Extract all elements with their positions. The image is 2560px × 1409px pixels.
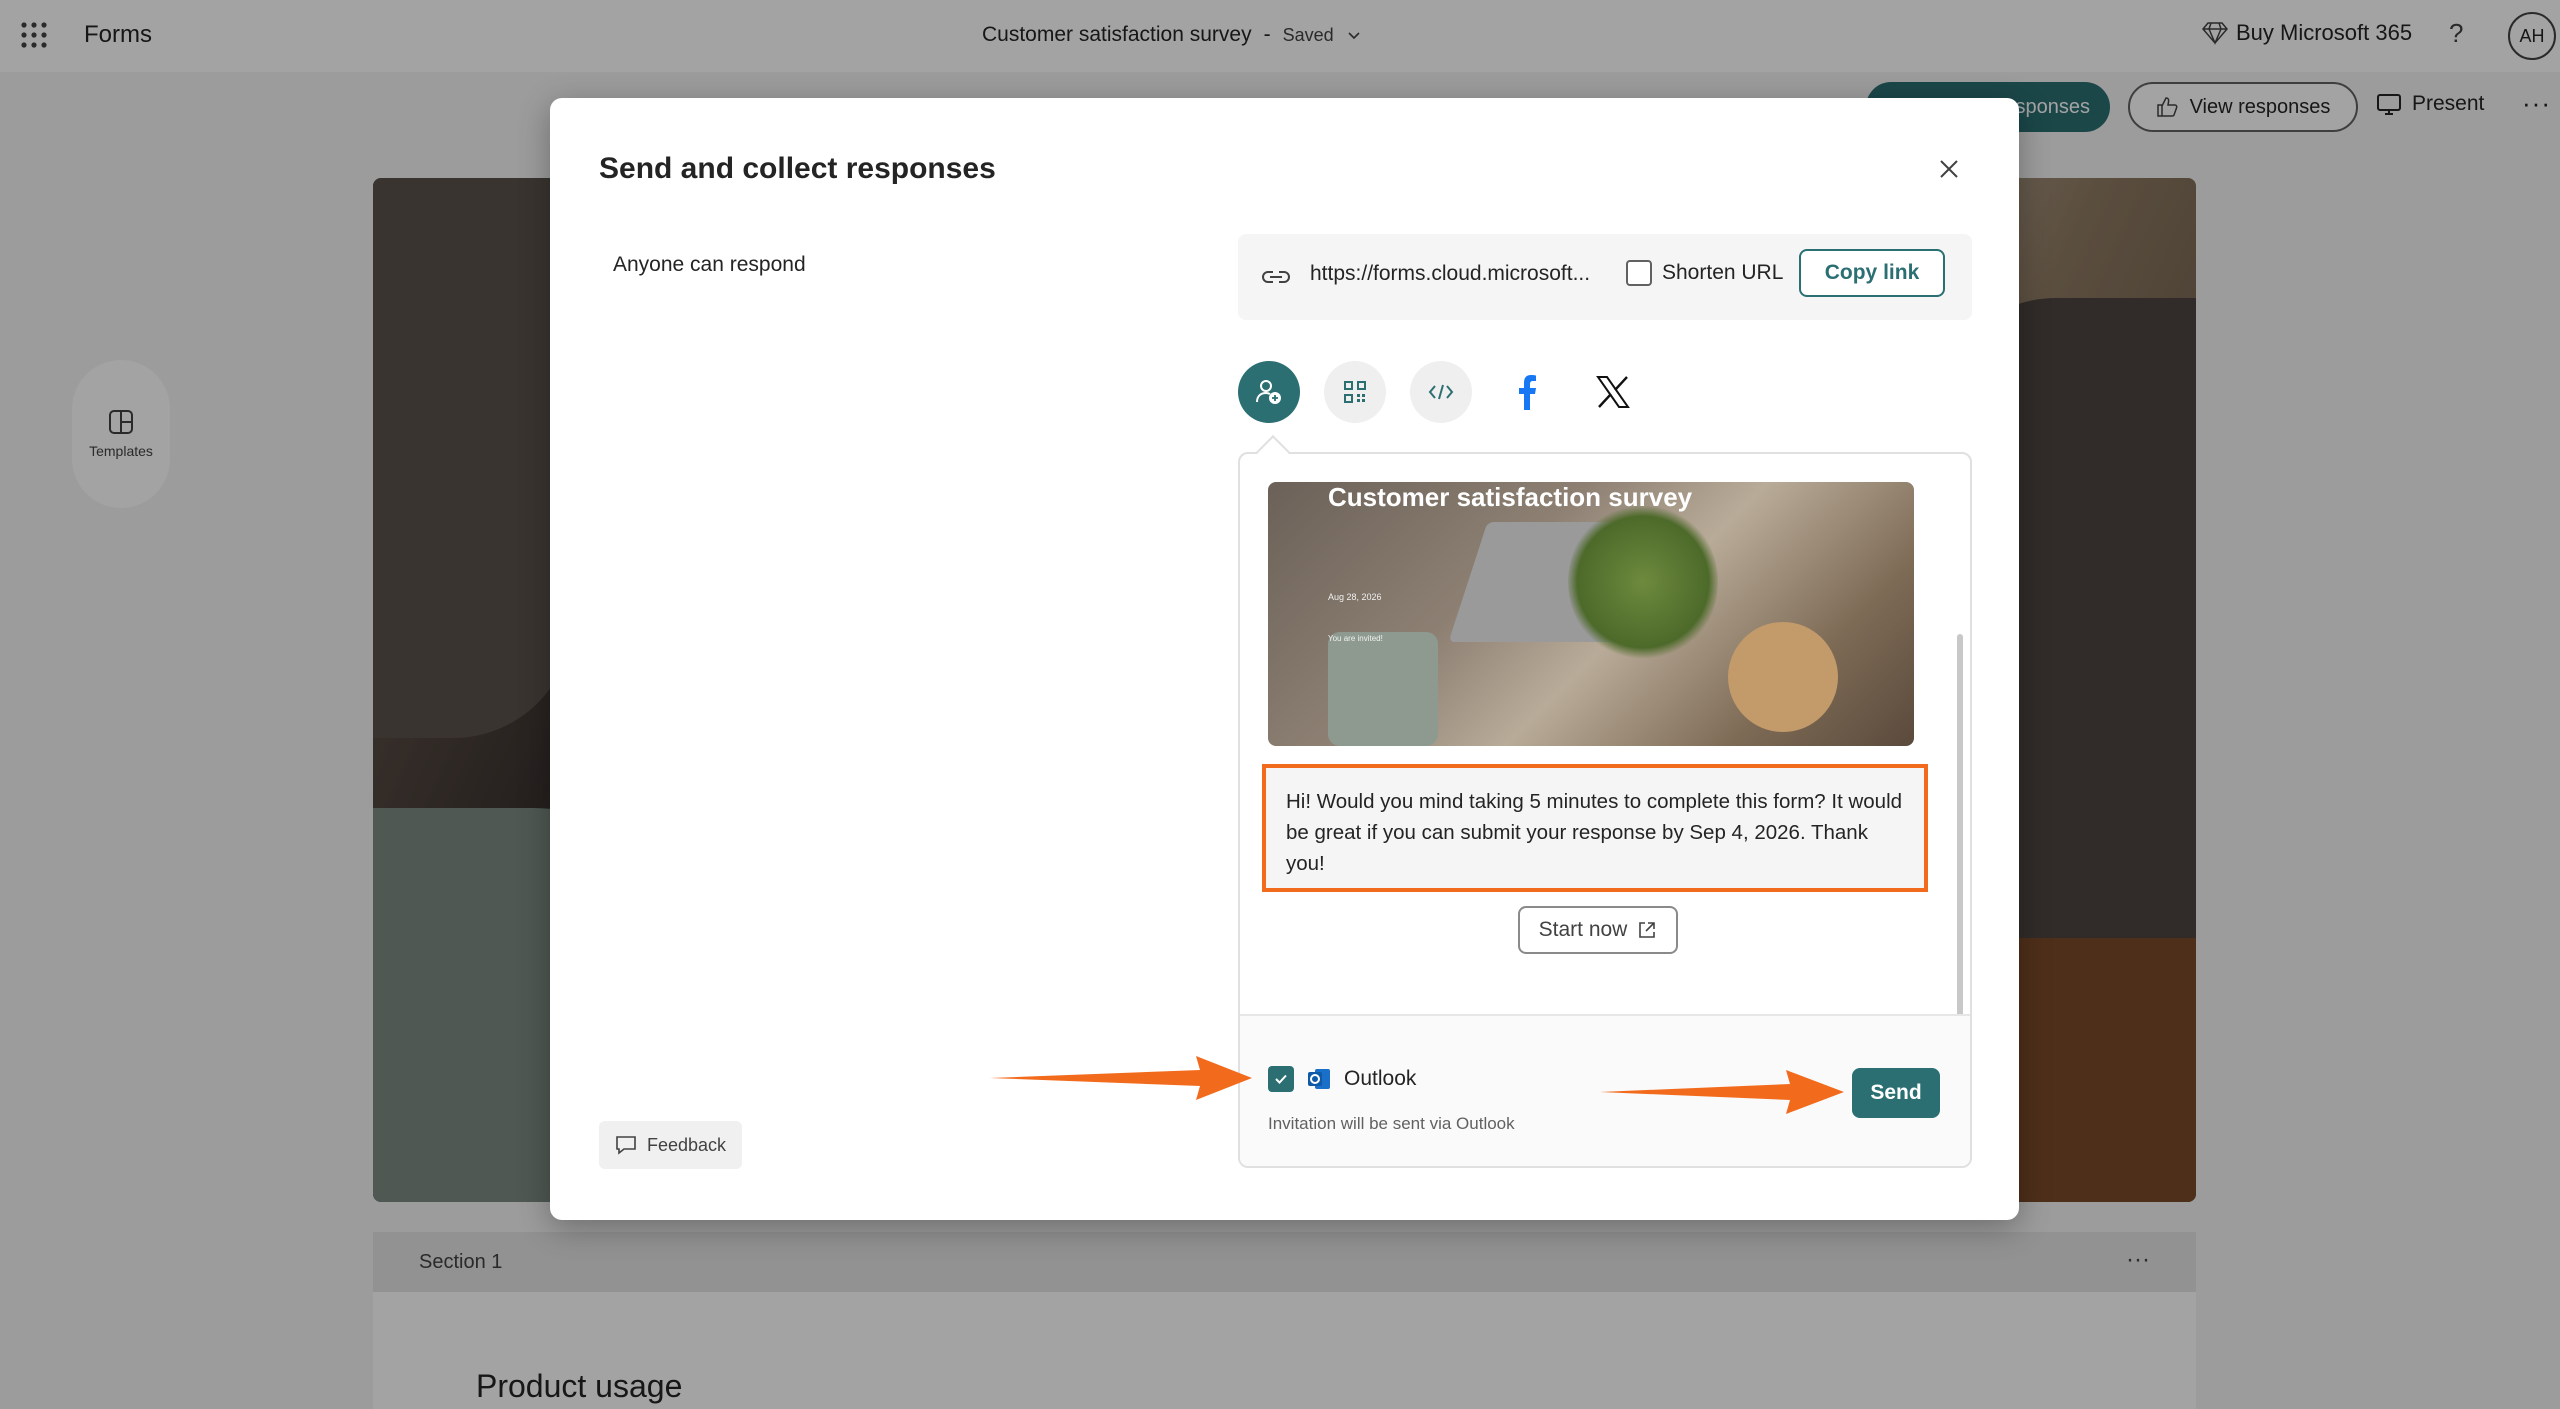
feedback-button[interactable]: Feedback bbox=[599, 1121, 742, 1169]
form-url: https://forms.cloud.microsoft... bbox=[1310, 262, 1591, 285]
outlook-icon bbox=[1308, 1069, 1330, 1089]
start-now-label: Start now bbox=[1538, 918, 1628, 941]
embed-code-icon[interactable] bbox=[1410, 361, 1472, 423]
banner-image-detail bbox=[1328, 632, 1438, 746]
open-external-icon bbox=[1639, 922, 1656, 938]
send-button[interactable]: Send bbox=[1852, 1068, 1940, 1118]
feedback-label: Feedback bbox=[646, 1134, 727, 1155]
start-now-button[interactable]: Start now bbox=[1518, 906, 1678, 954]
shorten-url-checkbox[interactable]: Shorten URL bbox=[1626, 260, 1783, 286]
banner-image-detail bbox=[1568, 502, 1718, 662]
facebook-icon[interactable] bbox=[1496, 361, 1558, 423]
invite-people-icon[interactable] bbox=[1238, 361, 1300, 423]
feedback-icon bbox=[616, 1136, 636, 1155]
send-dialog: Send and collect responses Anyone can re… bbox=[550, 98, 2019, 1220]
invitation-banner: Customer satisfaction survey Aug 28, 202… bbox=[1268, 482, 1914, 746]
banner-date: Aug 28, 2026 bbox=[1328, 592, 1382, 602]
outlook-checkbox[interactable]: Outlook bbox=[1268, 1066, 1416, 1092]
invitation-message-input[interactable]: Hi! Would you mind taking 5 minutes to c… bbox=[1262, 764, 1928, 892]
qr-code-icon[interactable] bbox=[1324, 361, 1386, 423]
preview-scrollbar[interactable] bbox=[1957, 634, 1963, 1018]
audience-setting[interactable]: Anyone can respond bbox=[613, 253, 806, 277]
annotation-arrow-icon bbox=[1600, 1070, 1844, 1114]
x-icon[interactable] bbox=[1582, 361, 1644, 423]
copy-link-button[interactable]: Copy link bbox=[1799, 249, 1945, 297]
checkbox-checked[interactable] bbox=[1268, 1066, 1294, 1092]
checkbox-unchecked[interactable] bbox=[1626, 260, 1652, 286]
shorten-url-label: Shorten URL bbox=[1662, 261, 1784, 284]
invitation-preview: Customer satisfaction survey Aug 28, 202… bbox=[1238, 452, 1972, 1168]
banner-invited-text: You are invited! bbox=[1328, 634, 1383, 643]
banner-title: Customer satisfaction survey bbox=[1328, 482, 1693, 512]
dialog-title: Send and collect responses bbox=[599, 152, 996, 185]
link-icon bbox=[1262, 271, 1290, 283]
share-link-box: https://forms.cloud.microsoft... Shorten… bbox=[1238, 234, 1972, 320]
outlook-label: Outlook bbox=[1344, 1067, 1417, 1090]
close-icon[interactable] bbox=[1936, 156, 1962, 182]
annotation-arrow-icon bbox=[990, 1056, 1252, 1100]
banner-image-detail bbox=[1728, 622, 1838, 732]
outlook-subtext: Invitation will be sent via Outlook bbox=[1268, 1114, 1515, 1133]
share-options bbox=[1238, 361, 1698, 425]
